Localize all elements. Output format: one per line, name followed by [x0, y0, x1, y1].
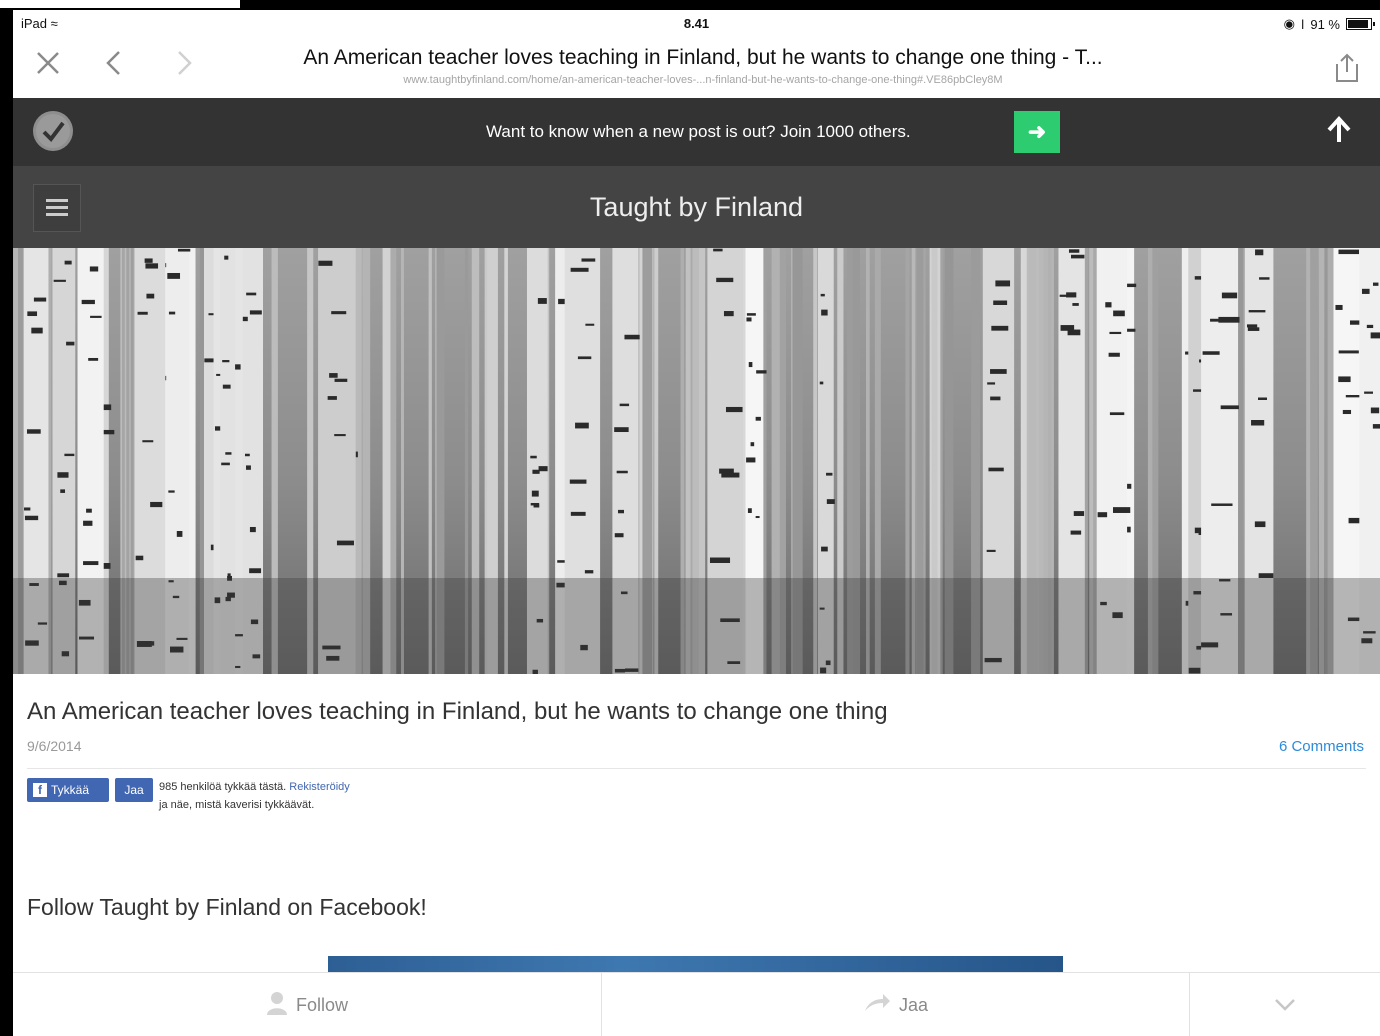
follow-label: Follow	[295, 994, 348, 1015]
bluetooth-icon: ǀ	[1300, 16, 1305, 32]
article-title[interactable]: An American teacher loves teaching in Fi…	[27, 698, 888, 726]
forward-button[interactable]	[173, 48, 195, 85]
site-title[interactable]: Taught by Finland	[13, 192, 1380, 223]
facebook-like-button[interactable]: f Tykkää	[27, 778, 109, 802]
rotation-lock-icon: ◉	[1283, 16, 1295, 31]
site-logo-icon[interactable]	[33, 111, 73, 151]
close-icon[interactable]	[33, 48, 63, 85]
share-button[interactable]: Jaa	[602, 973, 1189, 1036]
like-friends-text: ja näe, mistä kaverisi tykkäävät.	[159, 799, 315, 811]
facebook-like-count: 985 henkilöä tykkää tästä. Rekisteröidy …	[159, 778, 350, 814]
status-time: 8.41	[683, 16, 710, 31]
comments-link[interactable]: 6 Comments	[1279, 738, 1364, 755]
facebook-share-button[interactable]: Jaa	[115, 778, 153, 802]
battery-fill	[1348, 20, 1369, 28]
follow-facebook-heading: Follow Taught by Finland on Facebook!	[27, 894, 427, 920]
browser-page-title: An American teacher loves teaching in Fi…	[303, 46, 1103, 69]
subscribe-button[interactable]: ➜	[1014, 111, 1060, 153]
browser-bar: An American teacher loves teaching in Fi…	[13, 38, 1380, 98]
person-icon	[266, 991, 288, 1020]
status-right: ◉ ǀ 91 %	[1283, 16, 1375, 32]
follow-button[interactable]: Follow	[13, 973, 601, 1036]
arrow-right-icon: ➜	[1027, 119, 1047, 144]
register-link[interactable]: Rekisteröidy	[289, 781, 350, 793]
chevron-left-icon	[106, 51, 120, 75]
divider	[27, 768, 1366, 769]
share-icon[interactable]	[1332, 52, 1362, 84]
ipad-screen: iPad ≈ 8.41 ◉ ǀ 91 % An American teacher…	[13, 10, 1380, 1036]
battery-text: 91 %	[1310, 16, 1340, 32]
top-edge	[0, 0, 240, 8]
arrow-up-icon[interactable]	[1326, 116, 1352, 151]
chevron-down-icon[interactable]	[1190, 973, 1380, 1036]
site-header: Taught by Finland	[13, 166, 1380, 248]
back-button[interactable]	[103, 48, 125, 85]
facebook-icon: f	[33, 783, 47, 797]
like-count-text: 985 henkilöä tykkää tästä.	[159, 781, 287, 793]
address-bar[interactable]: www.taughtbyfinland.com/home/an-american…	[228, 74, 1178, 86]
share-arrow-icon	[863, 993, 891, 1018]
share-label: Jaa	[898, 994, 929, 1015]
birch-forest-image	[13, 248, 1380, 674]
hero-image-birch-forest	[13, 248, 1380, 674]
subscribe-prompt: Want to know when a new post is out? Joi…	[486, 122, 911, 141]
status-bar: iPad ≈ 8.41 ◉ ǀ 91 %	[13, 10, 1380, 38]
article-date: 9/6/2014	[27, 738, 82, 754]
chevron-right-icon	[178, 51, 192, 75]
facebook-like-label: Tykkää	[51, 783, 90, 797]
notification-bar: Want to know when a new post is out? Joi…	[13, 98, 1380, 166]
battery-icon	[1346, 18, 1375, 30]
bottom-toolbar: Follow Jaa	[13, 972, 1380, 1036]
